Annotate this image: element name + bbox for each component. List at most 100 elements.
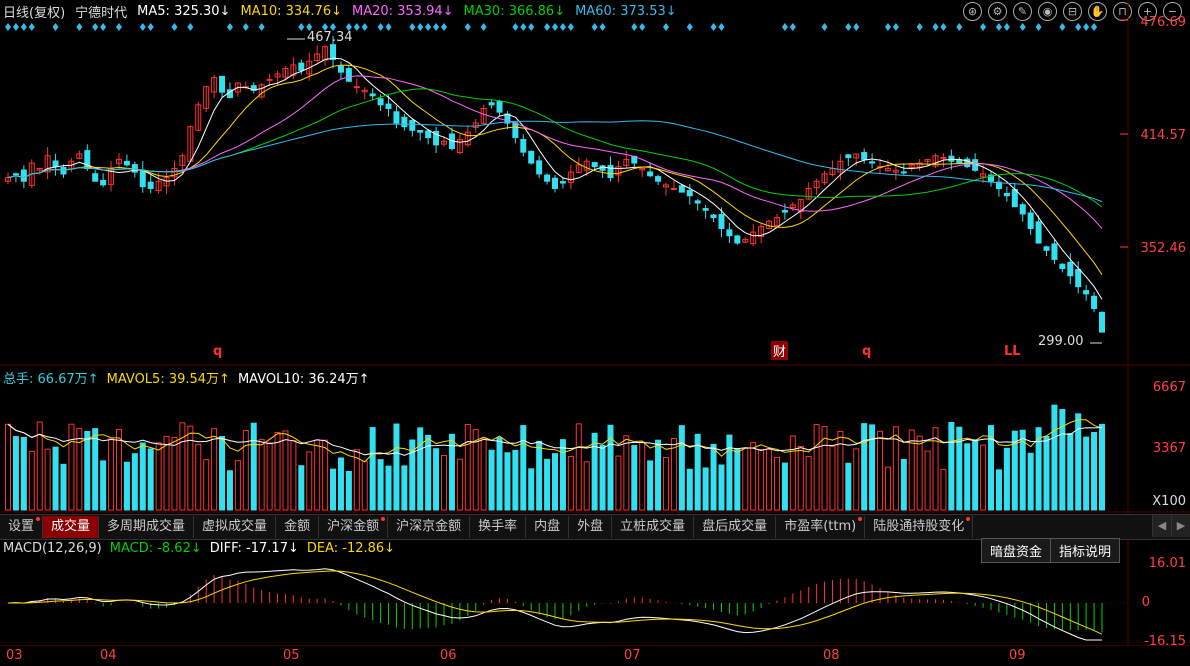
volume-bar [552, 453, 558, 511]
macd-tick-zero: 0 [1141, 595, 1150, 610]
volume-bar [322, 439, 329, 511]
volume-bar [900, 459, 907, 511]
candle [1075, 268, 1082, 288]
tab-scroll-right-icon[interactable]: ▶ [1171, 515, 1190, 537]
volume-bar [1027, 452, 1034, 511]
signal-diamond-icon [242, 23, 249, 31]
volume-bar [76, 427, 83, 511]
volume-bar [480, 438, 487, 511]
signal-diamond-icon [789, 23, 796, 31]
candle [20, 169, 27, 182]
volume-bar [544, 458, 551, 511]
volume-bar [401, 465, 408, 511]
event-marker[interactable]: q [213, 344, 222, 359]
candle [694, 200, 701, 204]
volume-bar [940, 468, 947, 511]
candle [345, 68, 352, 82]
signal-diamond-icon [1075, 23, 1082, 31]
tab-label: 沪深京金额 [396, 519, 462, 534]
candle [1099, 311, 1105, 333]
candle [1003, 193, 1010, 197]
candle [385, 103, 392, 110]
volume-bar [591, 432, 598, 511]
candle [496, 101, 503, 113]
tab-label: 换手率 [478, 519, 518, 534]
signal-diamond-icon [417, 23, 424, 31]
volume-bar [393, 423, 400, 511]
signal-diamond-icon [433, 23, 440, 31]
financial-report-marker[interactable]: 财 [771, 341, 789, 360]
volume-bar [171, 436, 178, 511]
candle [607, 164, 614, 179]
candle [900, 171, 907, 174]
volume-bar [686, 468, 693, 511]
stock-chart[interactable] [0, 0, 1190, 665]
tab-label: 成交量 [51, 519, 91, 534]
signal-diamond-icon [686, 23, 693, 31]
macd-tick-top: 16.01 [1148, 556, 1186, 571]
event-marker[interactable]: q [862, 344, 871, 359]
volume-bar [528, 468, 535, 511]
signal-diamond-icon [821, 23, 828, 31]
date-tick: 05 [283, 648, 300, 663]
candle [1035, 221, 1042, 244]
tab-8[interactable]: 内盘 [526, 516, 570, 538]
tab-13[interactable]: 陆股通持股变化 [865, 516, 974, 538]
volume-bar [28, 450, 35, 511]
date-tick: 09 [1009, 648, 1026, 663]
volume-bar [662, 457, 669, 511]
signal-diamond-icon [781, 23, 788, 31]
candle [528, 150, 535, 164]
volume-bar [298, 465, 305, 511]
candle [956, 159, 963, 164]
tab-7[interactable]: 换手率 [470, 516, 527, 538]
volume-bar [361, 460, 368, 511]
event-marker[interactable]: LL [1004, 344, 1021, 359]
candle [1019, 204, 1026, 215]
volume-bar [155, 442, 162, 511]
candle [393, 111, 400, 124]
volume-bar [845, 462, 852, 511]
volume-bar [877, 430, 884, 511]
tab-2[interactable]: 多周期成交量 [99, 516, 195, 538]
volume-bar [100, 460, 107, 511]
signal-diamond-icon [1083, 23, 1090, 31]
macd-legend: MACD(12,26,9) MACD: -8.62↓ DIFF: -17.17↓ DE… [3, 541, 395, 556]
volume-bar [520, 425, 527, 511]
volume-bar [861, 423, 868, 511]
tab-5[interactable]: 沪深金额 [319, 516, 389, 538]
volume-bar [805, 456, 812, 511]
candle [670, 187, 677, 190]
signal-diamond-icon [916, 23, 923, 31]
signal-diamond-icon [662, 23, 669, 31]
tab-1[interactable]: 成交量 [43, 516, 100, 538]
tab-6[interactable]: 沪深京金额 [388, 516, 471, 538]
tab-12[interactable]: 市盈率(ttm) [776, 516, 866, 538]
volume-bar [631, 445, 638, 511]
tab-10[interactable]: 立桩成交量 [612, 516, 695, 538]
candle [559, 181, 566, 184]
volume-bar [290, 440, 297, 511]
tab-scroll-left-icon[interactable]: ◀ [1152, 515, 1171, 537]
candle [686, 190, 693, 197]
volume-bar [567, 455, 574, 511]
signal-diamond-icon [187, 23, 194, 31]
signal-diamond-icon [1059, 23, 1066, 31]
price-tick-mid: 414.57 [1140, 128, 1187, 143]
candle [734, 235, 741, 244]
candle [219, 75, 226, 93]
tab-11[interactable]: 盘后成交量 [694, 516, 777, 538]
volume-bar [734, 448, 741, 511]
tab-0[interactable]: 设置 [0, 516, 44, 538]
indicator-help-button[interactable]: 指标说明 [1049, 538, 1120, 563]
tab-4[interactable]: 金额 [276, 516, 320, 538]
volume-bar [884, 466, 891, 511]
candle [52, 160, 59, 168]
volume-bar [853, 448, 860, 511]
tab-3[interactable]: 虚拟成交量 [194, 516, 277, 538]
tab-9[interactable]: 外盘 [569, 516, 613, 538]
volume-bar [282, 430, 289, 511]
tab-label: 市盈率(ttm) [784, 519, 857, 534]
dark-pool-funds-button[interactable]: 暗盘资金 [980, 538, 1051, 563]
high-price-marker: 467.34 [307, 30, 353, 45]
